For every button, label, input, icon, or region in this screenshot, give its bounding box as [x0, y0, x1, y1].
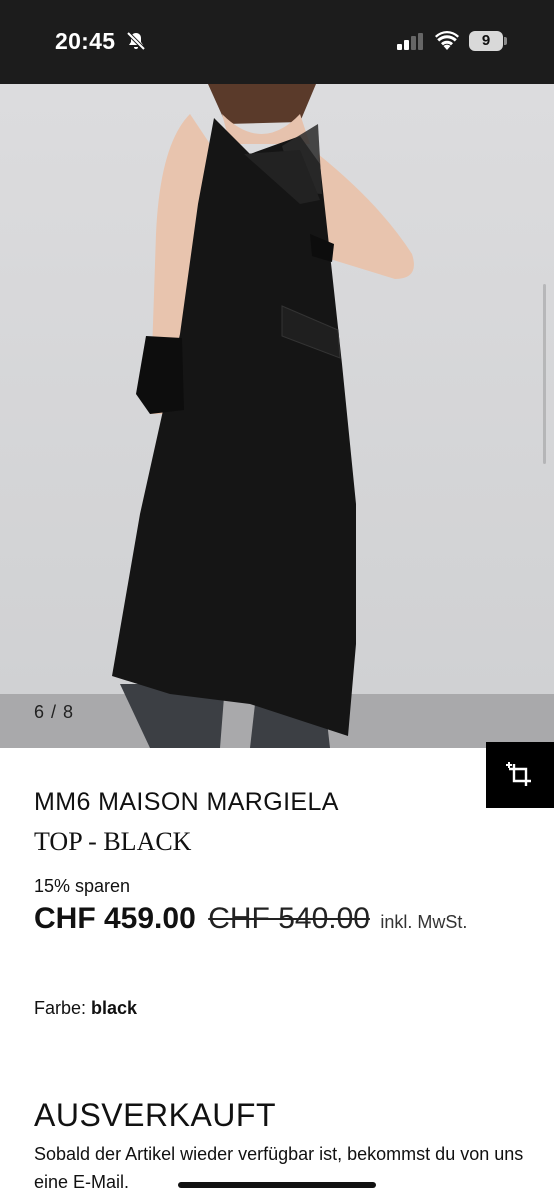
color-row: Farbe: black — [34, 998, 137, 1019]
product-name: TOP - BLACK — [34, 827, 192, 856]
product-photo — [0, 84, 554, 748]
status-bar: 20:45 9 — [0, 0, 554, 84]
brand-name: MM6 MAISON MARGIELA — [34, 788, 339, 816]
tax-note: inkl. MwSt. — [380, 912, 468, 932]
soldout-title: AUSVERKAUFT — [34, 1097, 276, 1133]
bell-slash-icon — [126, 31, 146, 51]
wifi-icon — [435, 31, 459, 50]
battery-level: 9 — [469, 31, 503, 51]
product-image[interactable] — [0, 84, 554, 748]
gallery-page-indicator: 6 / 8 — [34, 702, 75, 722]
image-scrollbar — [543, 284, 546, 464]
price-original: CHF 540.00 — [208, 902, 370, 935]
crop-icon — [506, 762, 531, 786]
discount-label: 15% sparen — [34, 876, 131, 896]
color-value: black — [91, 998, 138, 1018]
price-row: CHF 459.00 CHF 540.00 inkl. MwSt. — [34, 902, 467, 936]
price-current: CHF 459.00 — [34, 902, 196, 935]
battery-icon: 9 — [469, 31, 507, 51]
color-label: Farbe: — [34, 998, 92, 1018]
home-indicator[interactable] — [178, 1182, 376, 1188]
status-time: 20:45 — [55, 28, 116, 54]
signal-icon — [397, 33, 423, 50]
crop-button[interactable] — [486, 742, 554, 808]
